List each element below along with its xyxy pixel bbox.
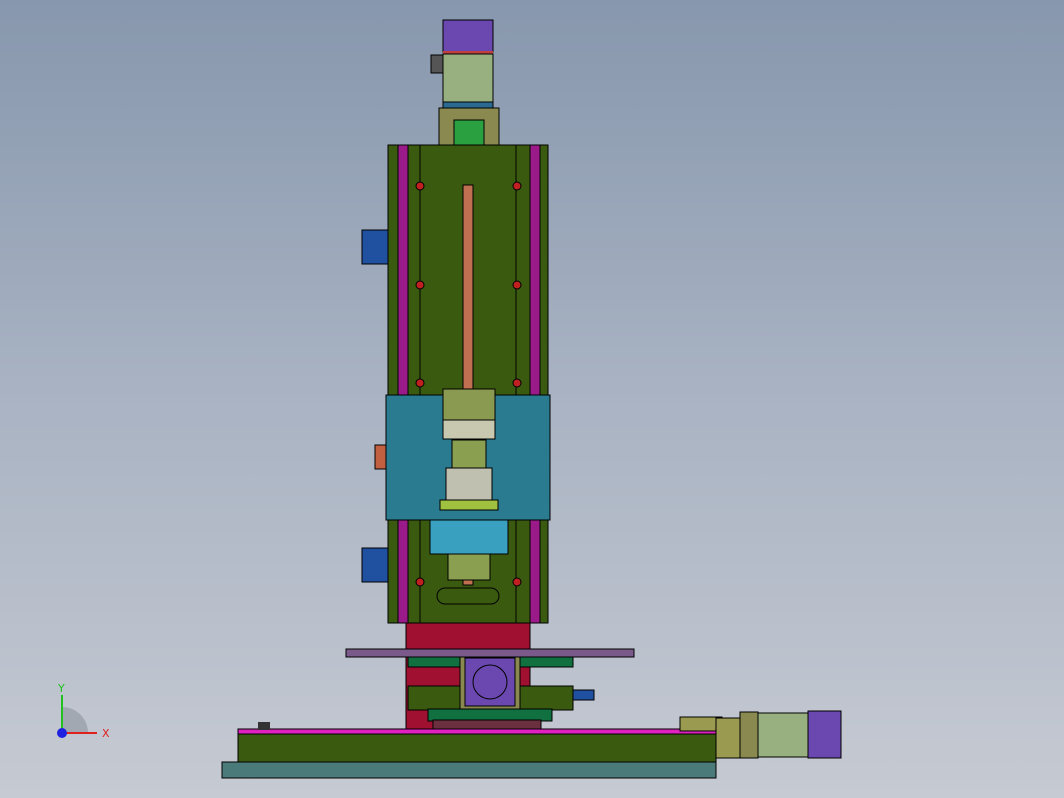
x-axis-label: X xyxy=(102,727,110,740)
cad-model: Y X xyxy=(57,19,842,779)
coordinate-triad: Y X xyxy=(57,682,110,740)
z-axis-icon xyxy=(57,728,67,738)
mounting-plate xyxy=(345,648,635,658)
top-servo-motor xyxy=(430,19,494,109)
base-rail xyxy=(221,722,717,779)
cad-viewport[interactable]: Y X xyxy=(0,0,1064,798)
y-axis-label: Y xyxy=(57,682,65,695)
